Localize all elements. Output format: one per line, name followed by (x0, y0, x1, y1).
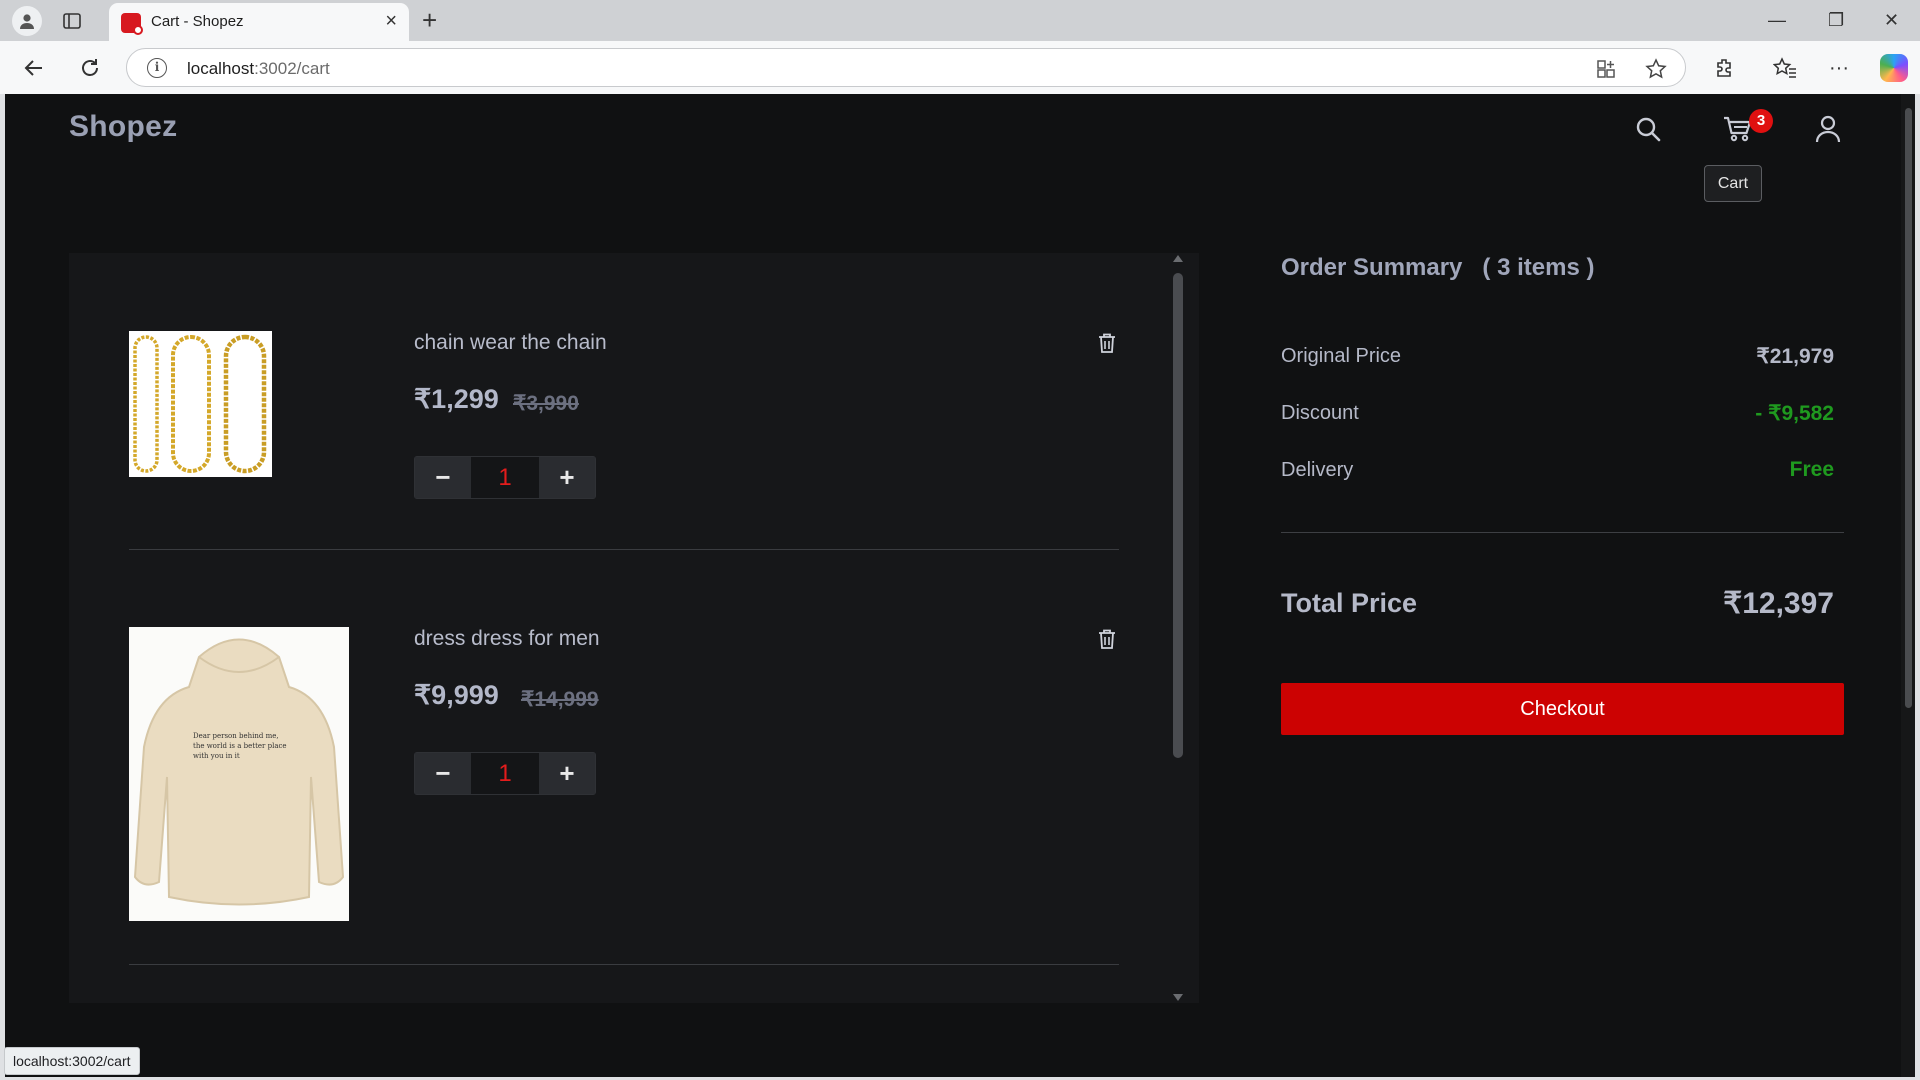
quantity-stepper: − 1 + (414, 456, 596, 499)
scroll-up-icon[interactable] (1173, 255, 1183, 262)
copilot-icon[interactable] (1880, 54, 1908, 82)
quantity-stepper: − 1 + (414, 752, 596, 795)
increase-quantity-button[interactable]: + (539, 753, 595, 794)
order-summary-title: Order Summary ( 3 items ) (1281, 254, 1595, 281)
decrease-quantity-button[interactable]: − (415, 753, 471, 794)
product-price: ₹1,299 (414, 384, 499, 414)
order-item-count: ( 3 items ) (1482, 254, 1595, 281)
cart-tooltip: Cart (1704, 165, 1762, 202)
browser-tab-bar: Cart - Shopez × + — ❐ ✕ (0, 0, 1920, 41)
favorite-star-icon[interactable] (1645, 58, 1667, 80)
product-price: ₹9,999 (414, 680, 499, 710)
product-original-price: ₹14,999 (521, 688, 599, 711)
discount-label: Discount (1281, 402, 1359, 424)
discount-value: - ₹9,582 (1755, 402, 1834, 425)
checkout-button[interactable]: Checkout (1281, 683, 1844, 735)
favorites-icon[interactable] (1772, 55, 1798, 81)
product-image-hoodie[interactable]: Dear person behind me, the world is a be… (129, 627, 349, 921)
original-price-value: ₹21,979 (1756, 345, 1834, 368)
back-icon[interactable] (21, 55, 47, 81)
trash-icon[interactable] (1096, 627, 1118, 651)
window-close-icon[interactable]: ✕ (1884, 10, 1899, 30)
browser-tab-active[interactable]: Cart - Shopez × (109, 3, 409, 41)
scroll-thumb[interactable] (1173, 273, 1183, 758)
total-price-label: Total Price (1281, 588, 1418, 618)
product-name[interactable]: chain wear the chain (414, 331, 607, 355)
total-price-value: ₹12,397 (1723, 587, 1834, 620)
profile-icon[interactable] (12, 6, 42, 36)
new-tab-icon[interactable]: + (422, 7, 437, 33)
quantity-value: 1 (498, 760, 512, 787)
product-name[interactable]: dress dress for men (414, 627, 600, 651)
delivery-label: Delivery (1281, 459, 1354, 481)
reload-icon[interactable] (77, 55, 103, 81)
original-price-label: Original Price (1281, 345, 1402, 367)
more-icon[interactable]: ··· (1826, 55, 1852, 81)
app-available-icon[interactable] (1595, 58, 1617, 80)
address-url[interactable]: localhost:3002/cart (187, 59, 330, 79)
brand-logo[interactable]: Shopez (69, 110, 177, 144)
search-icon[interactable] (1633, 114, 1663, 144)
tab-title: Cart - Shopez (151, 13, 244, 30)
tab-close-icon[interactable]: × (385, 11, 397, 31)
product-image-chain[interactable] (129, 331, 272, 477)
minimize-icon[interactable]: — (1768, 10, 1786, 30)
cart-scrollbar[interactable] (1170, 253, 1186, 1003)
restore-icon[interactable]: ❐ (1828, 10, 1844, 30)
summary-divider (1281, 532, 1844, 533)
cart-count-badge: 3 (1749, 109, 1773, 133)
increase-quantity-button[interactable]: + (539, 457, 595, 498)
user-icon[interactable] (1813, 114, 1843, 144)
address-bar[interactable]: i localhost:3002/cart (126, 48, 1686, 87)
item-divider (129, 549, 1119, 550)
quantity-value: 1 (498, 464, 512, 491)
site-info-icon[interactable]: i (147, 58, 167, 78)
trash-icon[interactable] (1096, 331, 1118, 355)
product-original-price: ₹3,990 (513, 392, 579, 415)
tab-actions-icon[interactable] (60, 9, 84, 33)
page-scrollbar[interactable] (1901, 94, 1915, 1077)
hoodie-print-text: Dear person behind me, the world is a be… (193, 732, 287, 760)
decrease-quantity-button[interactable]: − (415, 457, 471, 498)
item-divider (129, 964, 1119, 965)
delivery-value: Free (1789, 458, 1834, 481)
cart-items-panel: chain wear the chain ₹1,299 ₹3,990 − 1 + (69, 253, 1199, 1003)
extensions-icon[interactable] (1712, 55, 1738, 81)
scroll-down-icon[interactable] (1173, 994, 1183, 1001)
shopez-favicon-icon (121, 13, 143, 35)
status-bar-url: localhost:3002/cart (4, 1047, 140, 1075)
page-viewport: Shopez 3 Cart chain wear the chain ₹1,29… (5, 94, 1915, 1077)
browser-toolbar: i localhost:3002/cart ··· (0, 41, 1920, 94)
